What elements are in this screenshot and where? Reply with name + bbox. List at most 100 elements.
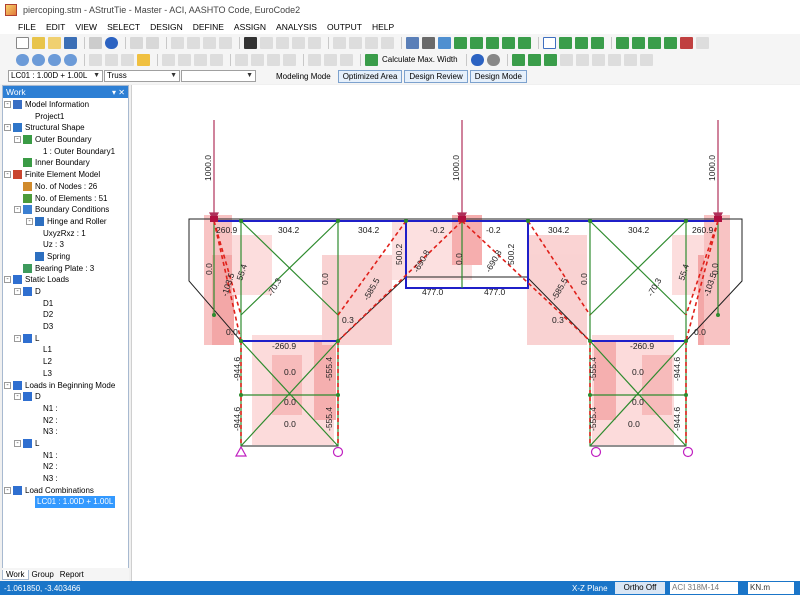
zoom-in-icon[interactable] (16, 53, 29, 66)
width-calc-icon[interactable] (365, 53, 378, 66)
cut-icon[interactable] (89, 36, 102, 49)
tree-node[interactable]: LC01 : 1.00D + 1.00L (3, 496, 128, 509)
snap-node-icon[interactable] (187, 36, 200, 49)
tree-node[interactable]: Uz : 3 (3, 239, 128, 251)
tree-node[interactable]: - Loads in Beginning Mode (3, 380, 128, 392)
tree-node[interactable]: D2 (3, 309, 128, 321)
divide-icon[interactable] (267, 53, 280, 66)
result-3-icon[interactable] (543, 53, 557, 66)
tree-node[interactable]: N3 : (3, 473, 128, 485)
draw-line-icon[interactable] (333, 36, 346, 49)
load-case-select[interactable]: LC01 : 1.00D + 1.00L ▼ (8, 70, 103, 82)
zoom-out-icon[interactable] (32, 53, 45, 66)
calc-max-width-button[interactable]: Calculate Max. Width (382, 55, 458, 64)
node-tool-icon[interactable] (559, 36, 572, 49)
menu-edit[interactable]: EDIT (42, 22, 69, 32)
tree-node[interactable]: N1 : (3, 450, 128, 462)
label-icon[interactable] (308, 53, 321, 66)
view-2-icon[interactable] (632, 36, 645, 49)
strut-tie-drawing[interactable]: 1000.0 1000.0 1000.0 260.9 304.2 304.2 -… (132, 85, 800, 581)
result-8-icon[interactable] (623, 53, 637, 66)
tree-node[interactable]: L3 (3, 368, 128, 380)
menu-select[interactable]: SELECT (103, 22, 144, 32)
select-all-icon[interactable] (260, 36, 273, 49)
menu-view[interactable]: VIEW (71, 22, 101, 32)
expand-toggle-icon[interactable]: - (26, 217, 33, 225)
optimized-area-button[interactable]: Optimized Area (337, 69, 403, 83)
merge-icon[interactable] (251, 53, 264, 66)
tree-node[interactable]: - Structural Shape (3, 122, 128, 134)
element-tool-icon[interactable] (575, 36, 588, 49)
tree-node[interactable]: - Outer Boundary (3, 134, 128, 146)
tree-node[interactable]: -D (3, 286, 128, 298)
analysis-run-icon[interactable] (454, 36, 467, 49)
model-canvas[interactable]: 1000.0 1000.0 1000.0 260.9 304.2 304.2 -… (131, 85, 800, 581)
result-4-icon[interactable] (559, 53, 573, 66)
tree-node[interactable]: N2 : (3, 461, 128, 473)
pointer-icon[interactable] (543, 36, 556, 49)
design-review-button[interactable]: Design Review (404, 69, 468, 83)
tree-node[interactable]: - Model Information (3, 99, 128, 111)
snap-mid-icon[interactable] (219, 36, 232, 49)
binoculars-icon[interactable] (244, 36, 257, 49)
third-select[interactable]: ▼ (181, 70, 256, 82)
tab-group[interactable]: Group (29, 570, 57, 579)
array-icon[interactable] (194, 53, 207, 66)
draw-arc-icon[interactable] (381, 36, 394, 49)
result-6-icon[interactable] (591, 53, 605, 66)
expand-toggle-icon[interactable]: - (14, 136, 21, 144)
tree-node[interactable]: - Hinge and Roller (3, 216, 128, 228)
pan-icon[interactable] (89, 53, 102, 66)
tab-report[interactable]: Report (57, 570, 87, 579)
result-2-icon[interactable] (527, 53, 541, 66)
snap-line-icon[interactable] (203, 36, 216, 49)
redo-icon[interactable] (146, 36, 159, 49)
units-select[interactable]: KN.m (748, 582, 794, 594)
tree-node[interactable]: -D (3, 391, 128, 403)
result-5-icon[interactable] (575, 53, 589, 66)
split-icon[interactable] (235, 53, 248, 66)
copy-icon[interactable] (162, 53, 175, 66)
menu-analysis[interactable]: ANALYSIS (272, 22, 321, 32)
delete-icon[interactable] (680, 36, 693, 49)
settings-gear-icon[interactable] (422, 36, 435, 49)
expand-toggle-icon[interactable]: - (14, 206, 21, 214)
menu-help[interactable]: HELP (368, 22, 398, 32)
dimension-icon[interactable] (324, 53, 337, 66)
tree-node[interactable]: D1 (3, 298, 128, 310)
mirror-icon[interactable] (696, 36, 709, 49)
menu-define[interactable]: DEFINE (189, 22, 228, 32)
expand-toggle-icon[interactable]: - (4, 101, 11, 108)
menu-design[interactable]: DESIGN (146, 22, 187, 32)
tree-node[interactable]: - Finite Element Model (3, 169, 128, 181)
move-icon[interactable] (178, 53, 191, 66)
draw-rect-icon[interactable] (349, 36, 362, 49)
tree-node[interactable]: UxyzRxz : 1 (3, 228, 128, 240)
expand-toggle-icon[interactable]: - (14, 334, 21, 342)
tree-node[interactable]: - Load Combinations (3, 485, 128, 497)
menu-file[interactable]: FILE (14, 22, 40, 32)
element-type-select[interactable]: Truss ▼ (104, 70, 180, 82)
analysis-view-icon[interactable] (470, 36, 483, 49)
expand-toggle-icon[interactable]: - (4, 381, 11, 389)
model-check-icon[interactable] (438, 36, 451, 49)
modeling-mode-button[interactable]: Modeling Mode (271, 70, 336, 83)
tree-node[interactable]: L2 (3, 356, 128, 368)
select-window-icon[interactable] (276, 36, 289, 49)
tree-node[interactable]: -L (3, 438, 128, 450)
undo-icon[interactable] (130, 36, 143, 49)
expand-toggle-icon[interactable]: - (14, 393, 21, 401)
measure-icon[interactable] (340, 53, 353, 66)
ortho-toggle[interactable]: Ortho Off (615, 582, 665, 594)
expand-toggle-icon[interactable]: - (4, 276, 11, 284)
play-icon[interactable] (470, 53, 484, 66)
tree-node[interactable]: Bearing Plate : 3 (3, 263, 128, 275)
snap-grid-icon[interactable] (171, 36, 184, 49)
design-mode-button[interactable]: Design Mode (469, 69, 527, 83)
expand-toggle-icon[interactable]: - (4, 124, 11, 132)
tree-node[interactable]: Project1 (3, 111, 128, 123)
tree-node[interactable]: L1 (3, 344, 128, 356)
tree-node[interactable]: - Static Loads (3, 274, 128, 286)
expand-toggle-icon[interactable]: - (14, 439, 21, 447)
stress-icon[interactable] (518, 36, 531, 49)
